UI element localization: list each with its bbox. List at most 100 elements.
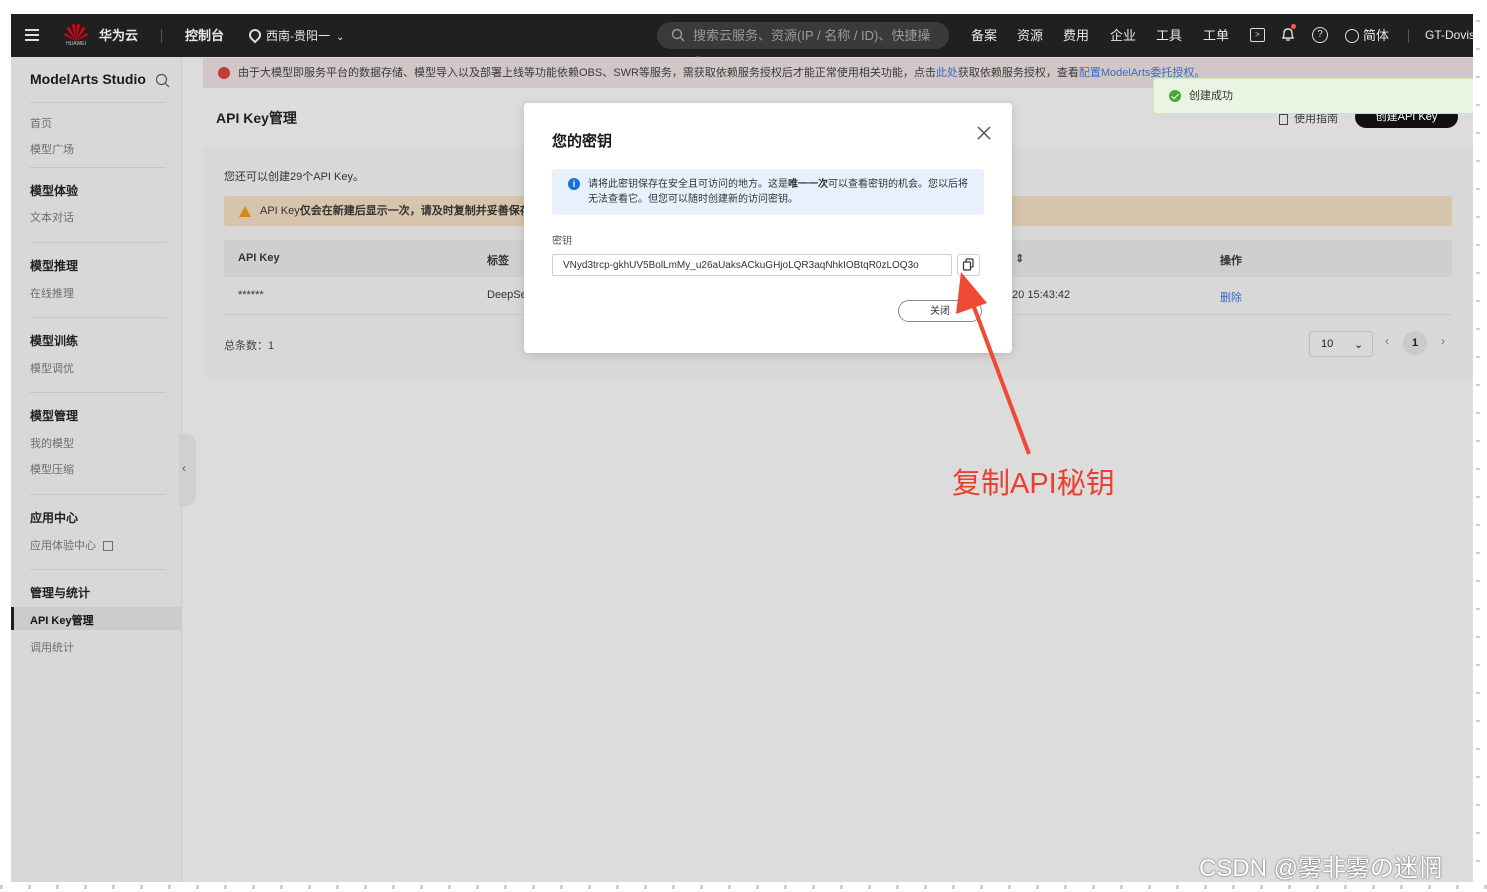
nav-item-resources[interactable]: 资源 <box>1017 14 1043 57</box>
sidebar: ModelArts Studio 首页 模型广场 模型体验 文本对话 模型推理 … <box>11 57 182 882</box>
page-edge-decoration <box>1476 20 1480 880</box>
sidebar-item-usage-stats[interactable]: 调用统计 <box>30 639 74 655</box>
sidebar-item-model-compression[interactable]: 模型压缩 <box>30 461 74 477</box>
divider <box>1408 29 1409 43</box>
language-selector[interactable]: 简体 <box>1345 14 1389 57</box>
sidebar-heading-model-experience: 模型体验 <box>30 184 79 198</box>
prev-page-icon[interactable]: ‹ <box>1385 334 1389 348</box>
chevron-down-icon: ⌄ <box>1354 339 1364 351</box>
divider <box>30 392 166 393</box>
sidebar-item-label: API Key管理 <box>30 615 94 627</box>
region-selector[interactable]: 西南-贵阳一 ⌄ <box>246 14 345 57</box>
page-edge-decoration <box>0 885 1487 889</box>
divider <box>30 167 166 168</box>
cell-tag: DeepSe <box>487 289 527 301</box>
error-banner-text: 由于大模型即服务平台的数据存储、模型导入以及部署上线等功能依赖OBS、SWR等服… <box>238 67 1206 79</box>
column-header-create-time[interactable]: ⇕ <box>1015 252 1024 265</box>
sidebar-item-label: 应用体验中心 <box>30 540 96 552</box>
annotation-label: 复制API秘钥 <box>952 468 1115 500</box>
info-notice: i 请将此密钥保存在安全且可访问的地方。这是唯一一次可以查看密钥的机会。您以后将… <box>552 169 984 215</box>
help-icon[interactable]: ? <box>1312 27 1328 43</box>
sidebar-item-model-tuning[interactable]: 模型调优 <box>30 360 74 376</box>
column-header-tag: 标签 <box>487 255 509 267</box>
region-label: 西南-贵阳一 <box>266 29 330 43</box>
chevron-left-icon: ‹ <box>182 461 186 475</box>
cell-create-time: /20 15:43:42 <box>1009 289 1071 301</box>
sidebar-heading-model-management: 模型管理 <box>30 409 79 423</box>
screenshot: HUAWEI 华为云 控制台 西南-贵阳一 ⌄ 搜索云服务、资源(IP / 名称 … <box>11 14 1473 882</box>
total-count: 总条数：1 <box>224 340 275 352</box>
success-check-icon <box>1169 90 1181 102</box>
nav-item-tickets[interactable]: 工单 <box>1203 14 1229 57</box>
page-number-current[interactable]: 1 <box>1403 331 1427 355</box>
sidebar-item-my-models[interactable]: 我的模型 <box>30 435 74 451</box>
divider <box>30 317 166 318</box>
page-size-select[interactable]: 10 ⌄ <box>1309 331 1373 357</box>
nav-item-billing[interactable]: 费用 <box>1063 14 1089 57</box>
sidebar-item-model-square[interactable]: 模型广场 <box>30 141 74 157</box>
console-link[interactable]: 控制台 <box>185 14 224 57</box>
global-search-input[interactable]: 搜索云服务、资源(IP / 名称 / ID)、快捷操作... <box>657 22 949 70</box>
terminal-icon[interactable]: > <box>1250 28 1265 42</box>
document-icon <box>1279 113 1288 125</box>
csdn-watermark: CSDN @雾非雾の迷惘 <box>1199 855 1443 882</box>
warning-text: API Key仅会在新建后显示一次，请及时复制并妥善保存 <box>260 205 531 217</box>
error-icon <box>218 67 230 79</box>
top-navigation-bar: HUAWEI 华为云 控制台 西南-贵阳一 ⌄ 搜索云服务、资源(IP / 名称 … <box>11 14 1473 70</box>
language-label: 简体 <box>1363 28 1390 43</box>
globe-icon <box>1345 28 1359 43</box>
copy-button[interactable] <box>957 254 980 276</box>
location-pin-icon <box>246 26 264 44</box>
copy-icon <box>962 258 974 271</box>
search-icon <box>671 28 685 42</box>
info-icon: i <box>568 178 580 190</box>
authorize-link[interactable]: 此处 <box>936 67 958 79</box>
sidebar-item-text-chat[interactable]: 文本对话 <box>30 209 74 225</box>
menu-icon[interactable] <box>25 29 39 41</box>
sort-icon: ⇕ <box>1015 253 1025 265</box>
divider <box>30 494 166 495</box>
sidebar-heading-model-training: 模型训练 <box>30 334 79 348</box>
chevron-down-icon: ⌄ <box>336 32 345 43</box>
sidebar-heading-app-center: 应用中心 <box>30 511 79 525</box>
nav-item-enterprise[interactable]: 企业 <box>1110 14 1136 57</box>
bell-icon[interactable] <box>1281 24 1296 42</box>
external-link-icon <box>103 541 114 552</box>
sidebar-item-api-key-management[interactable]: API Key管理 <box>11 607 182 630</box>
notification-dot <box>1291 24 1296 29</box>
cell-api-key: ****** <box>238 289 264 301</box>
brand-name[interactable]: 华为云 <box>99 14 138 57</box>
nav-item-tools[interactable]: 工具 <box>1156 14 1182 57</box>
toast-text: 创建成功 <box>1189 90 1233 102</box>
column-header-api-key: API Key <box>238 252 280 264</box>
sidebar-item-app-experience[interactable]: 应用体验中心 <box>30 537 114 553</box>
dialog-title: 您的密钥 <box>552 133 613 150</box>
sidebar-item-home[interactable]: 首页 <box>30 115 52 131</box>
sidebar-title: ModelArts Studio <box>30 71 146 87</box>
nav-item-filing[interactable]: 备案 <box>971 14 997 57</box>
brand-sub-label: HUAWEI <box>66 41 86 47</box>
sidebar-heading-model-inference: 模型推理 <box>30 259 79 273</box>
secret-key-dialog: 您的密钥 i 请将此密钥保存在安全且可访问的地方。这是唯一一次可以查看密钥的机会… <box>524 103 1012 353</box>
user-account[interactable]: GT-Dovis <box>1425 14 1473 57</box>
page-size-value: 10 <box>1321 338 1334 350</box>
delete-link[interactable]: 删除 <box>1220 289 1242 305</box>
column-header-action: 操作 <box>1220 255 1242 267</box>
divider <box>161 29 162 43</box>
success-toast: 创建成功 <box>1153 78 1473 114</box>
divider <box>30 102 166 103</box>
huawei-logo-icon[interactable]: HUAWEI <box>63 22 89 50</box>
secret-key-label: 密钥 <box>552 236 572 247</box>
sidebar-collapse-handle[interactable]: ‹ <box>179 434 196 506</box>
divider <box>30 569 166 570</box>
secret-key-field[interactable]: VNyd3trcp-gkhUV5BolLmMy_u26aUaksACkuGHjo… <box>552 254 952 276</box>
next-page-icon[interactable]: › <box>1441 334 1445 348</box>
page-title: API Key管理 <box>216 110 297 126</box>
search-icon[interactable] <box>155 73 170 88</box>
divider <box>30 242 166 243</box>
close-icon[interactable] <box>974 123 994 143</box>
sidebar-heading-management-stats: 管理与统计 <box>30 586 91 600</box>
info-text: 请将此密钥保存在安全且可访问的地方。这是唯一一次可以查看密钥的机会。您以后将无法… <box>588 179 968 205</box>
close-button[interactable]: 关闭 <box>898 300 982 322</box>
sidebar-item-online-inference[interactable]: 在线推理 <box>30 285 74 301</box>
